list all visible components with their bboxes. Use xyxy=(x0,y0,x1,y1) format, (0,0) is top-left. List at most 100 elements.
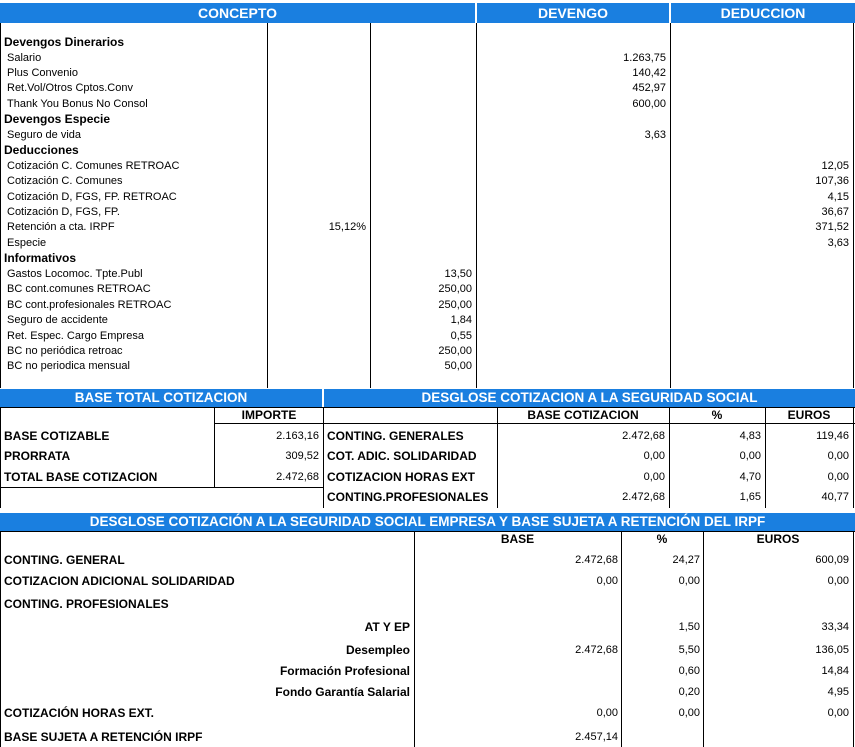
empresa-euros: 600,09 xyxy=(815,554,849,566)
concept-label: Cotización C. Comunes RETROAC xyxy=(7,159,180,172)
euros-col-header: EUROS xyxy=(787,408,831,422)
concept-label: Seguro de vida xyxy=(7,128,81,141)
concept-info-value: 13,50 xyxy=(444,267,472,280)
section-label: Devengos Especie xyxy=(4,112,111,127)
concept-label: Cotización D, FGS, FP. RETROAC xyxy=(7,190,177,203)
desglose-euros: 0,00 xyxy=(827,471,849,483)
empresa-base: 2.457,14 xyxy=(575,731,618,743)
devengo-value: 452,97 xyxy=(632,82,666,95)
header-concepto: CONCEPTO xyxy=(0,3,475,23)
desglose-header: DESGLOSE COTIZACION A LA SEGURIDAD SOCIA… xyxy=(324,389,855,407)
empresa-pct-col-header: % xyxy=(656,532,668,546)
concept-label: Retención a cta. IRPF xyxy=(7,221,115,234)
base-total-label: TOTAL BASE COTIZACION xyxy=(4,470,158,484)
empresa-sublabel: AT Y EP xyxy=(364,620,410,634)
concept-pct: 15,12% xyxy=(328,221,366,234)
desglose-base: 2.472,68 xyxy=(622,430,665,442)
empresa-pct: 0,60 xyxy=(678,665,700,677)
concept-info-value: 250,00 xyxy=(438,298,472,311)
empresa-euros: 0,00 xyxy=(827,575,849,587)
desglose-base: 0,00 xyxy=(643,450,665,462)
concept-info-value: 250,00 xyxy=(438,283,472,296)
desglose-label: CONTING. GENERALES xyxy=(327,429,464,443)
concept-info-value: 1,84 xyxy=(450,314,472,327)
empresa-pct: 5,50 xyxy=(678,644,700,656)
devengo-value: 600,00 xyxy=(632,97,666,110)
base-total-header: BASE TOTAL COTIZACION xyxy=(0,389,322,407)
empresa-pct: 0,20 xyxy=(678,686,700,698)
section-label: Deducciones xyxy=(4,143,79,158)
empresa-base: 0,00 xyxy=(596,707,618,719)
base-total-label: PRORRATA xyxy=(4,449,71,463)
concept-label: Plus Convenio xyxy=(7,66,78,79)
empresa-base-col-header: BASE xyxy=(500,532,535,546)
empresa-label: COTIZACIÓN HORAS EXT. xyxy=(4,706,155,720)
desglose-euros: 40,77 xyxy=(821,491,849,503)
concept-info-value: 0,55 xyxy=(450,329,472,342)
base-cotizacion-col-header: BASE COTIZACION xyxy=(527,408,639,422)
empresa-pct: 24,27 xyxy=(672,554,700,566)
empresa-euros-col-header: EUROS xyxy=(756,532,800,546)
concept-label: Especie xyxy=(7,236,47,249)
deduccion-value: 3,63 xyxy=(827,236,849,249)
empresa-base: 0,00 xyxy=(596,575,618,587)
empresa-sublabel: Desempleo xyxy=(345,643,410,657)
desglose-label: CONTING.PROFESIONALES xyxy=(327,490,489,504)
section-label: Devengos Dinerarios xyxy=(4,35,125,49)
empresa-euros: 33,34 xyxy=(821,621,849,633)
empresa-euros: 0,00 xyxy=(827,707,849,719)
empresa-label: COTIZACION ADICIONAL SOLIDARIDAD xyxy=(4,574,235,588)
concept-info-value: 250,00 xyxy=(438,345,472,357)
importe-col-header: IMPORTE xyxy=(241,408,297,422)
desglose-pct: 4,83 xyxy=(739,430,761,442)
header-deduccion: DEDUCCION xyxy=(671,3,855,23)
devengo-value: 140,42 xyxy=(632,66,666,79)
concept-label: Cotización D, FGS, FP. xyxy=(7,205,120,218)
base-total-label: BASE COTIZABLE xyxy=(4,429,110,443)
concept-label: BC cont.comunes RETROAC xyxy=(7,283,151,296)
deduccion-value: 12,05 xyxy=(821,159,849,172)
empresa-base: 2.472,68 xyxy=(575,644,618,656)
concept-label: Seguro de accidente xyxy=(7,314,108,327)
empresa-base: 2.472,68 xyxy=(575,554,618,566)
empresa-sublabel: Formación Profesional xyxy=(279,664,410,678)
concept-label: BC no periódica retroac xyxy=(7,345,123,357)
concept-label: Ret. Espec. Cargo Empresa xyxy=(7,329,144,342)
devengo-value: 1.263,75 xyxy=(623,51,666,64)
empresa-pct: 0,00 xyxy=(678,575,700,587)
desglose-pct: 0,00 xyxy=(739,450,761,462)
desglose-pct: 1,65 xyxy=(739,491,761,503)
concept-label: Ret.Vol/Otros Cptos.Conv xyxy=(7,82,133,95)
concept-label: Cotización C. Comunes xyxy=(7,175,123,187)
header-devengo: DEVENGO xyxy=(477,3,669,23)
empresa-euros: 14,84 xyxy=(821,665,849,677)
desglose-euros: 0,00 xyxy=(827,450,849,462)
base-total-value: 309,52 xyxy=(285,450,319,462)
concept-label: Thank You Bonus No Consol xyxy=(7,97,148,110)
empresa-pct: 0,00 xyxy=(678,707,700,719)
desglose-base: 0,00 xyxy=(643,471,665,483)
concept-label: BC no periodica mensual xyxy=(7,360,130,373)
empresa-label: BASE SUJETA A RETENCIÓN IRPF xyxy=(4,730,203,744)
desglose-label: COT. ADIC. SOLIDARIDAD xyxy=(327,449,477,463)
empresa-euros: 4,95 xyxy=(827,686,849,698)
empresa-euros: 136,05 xyxy=(815,644,849,656)
empresa-sublabel: Fondo Garantía Salarial xyxy=(275,685,410,699)
empresa-pct: 1,50 xyxy=(678,621,700,633)
empresa-label: CONTING. PROFESIONALES xyxy=(4,597,169,611)
concept-info-value: 50,00 xyxy=(444,360,472,373)
desglose-pct: 4,70 xyxy=(739,471,761,483)
deduccion-value: 4,15 xyxy=(827,190,849,203)
concept-label: Gastos Locomoc. Tpte.Publ xyxy=(7,267,143,280)
concept-label: BC cont.profesionales RETROAC xyxy=(7,298,172,311)
desglose-euros: 119,46 xyxy=(816,430,849,442)
empresa-label: CONTING. GENERAL xyxy=(4,553,125,567)
devengo-value: 3,63 xyxy=(644,128,666,141)
empresa-header: DESGLOSE COTIZACIÓN A LA SEGURIDAD SOCIA… xyxy=(0,513,855,531)
concept-label: Salario xyxy=(7,51,42,64)
base-total-value: 2.472,68 xyxy=(276,471,319,483)
base-total-value: 2.163,16 xyxy=(276,430,319,442)
section-label: Informativos xyxy=(4,251,77,266)
deduccion-value: 107,36 xyxy=(815,175,849,187)
pct-col-header: % xyxy=(711,408,723,422)
